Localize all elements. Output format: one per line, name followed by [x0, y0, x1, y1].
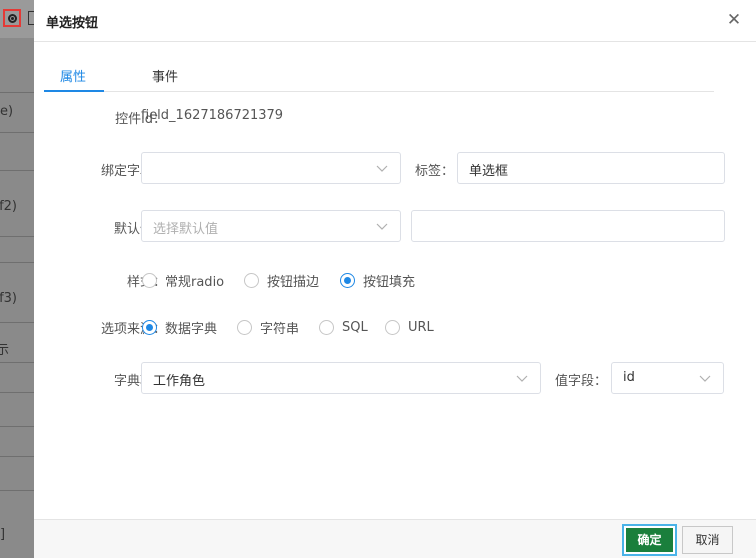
dict-item-select[interactable]: 工作角色 — [141, 362, 541, 394]
divider — [0, 132, 34, 133]
chevron-down-icon — [516, 375, 528, 382]
cancel-button[interactable]: 取消 — [682, 526, 733, 554]
source-option-url[interactable]: URL — [385, 317, 434, 337]
dialog-footer: 确定 取消 — [34, 519, 756, 558]
divider — [0, 490, 34, 491]
tab-events[interactable]: 事件 — [152, 66, 178, 85]
value-field-label: 值字段： — [555, 374, 608, 389]
value-field-select[interactable]: id — [611, 362, 724, 394]
radio-button-dialog: 单选按钮 ✕ 属性 事件 控件id： field_1627186721379 绑… — [34, 0, 756, 558]
style-option-normal[interactable]: 常规radio — [142, 270, 224, 290]
radio-circle[interactable] — [237, 319, 252, 335]
divider — [0, 362, 34, 363]
chevron-down-icon — [699, 375, 711, 382]
radio-label: URL — [408, 319, 434, 335]
radio-circle[interactable] — [142, 272, 157, 288]
default-value-input[interactable] — [411, 210, 725, 242]
value-field-value: id — [623, 370, 635, 385]
chevron-down-icon — [376, 165, 388, 172]
chevron-down-icon — [376, 223, 388, 230]
divider — [0, 426, 34, 427]
dialog-header: 单选按钮 ✕ — [34, 0, 756, 42]
background-text: (f3) — [0, 291, 17, 306]
tag-input[interactable]: 单选框 — [457, 152, 725, 184]
tag-value: 单选框 — [469, 164, 509, 179]
divider — [0, 456, 34, 457]
tag-label: 标签： — [415, 164, 455, 179]
radio-circle-checked[interactable] — [340, 272, 355, 288]
style-option-outline[interactable]: 按钮描边 — [244, 270, 319, 290]
divider — [0, 392, 34, 393]
active-tab-indicator — [44, 90, 104, 92]
radio-circle[interactable] — [244, 272, 259, 288]
divider — [0, 92, 34, 93]
style-option-filled[interactable]: 按钮填充 — [340, 270, 415, 290]
radio-circle[interactable] — [319, 319, 334, 335]
confirm-button[interactable]: 确定 — [622, 524, 677, 556]
radio-label: 按钮描边 — [267, 274, 320, 290]
radio-label: SQL — [342, 319, 368, 335]
tab-bar: 属性 事件 — [44, 60, 714, 92]
source-option-sql[interactable]: SQL — [319, 317, 368, 337]
radio-circle[interactable] — [385, 319, 400, 335]
background-page: e) (f2) (f3) 示 ] — [0, 0, 34, 558]
tab-properties[interactable]: 属性 — [60, 66, 86, 85]
divider — [0, 236, 34, 237]
radio-circle-checked[interactable] — [142, 319, 157, 335]
background-text: e) — [0, 104, 14, 119]
background-text: 示 — [0, 343, 10, 358]
radio-label: 按钮填充 — [363, 274, 416, 290]
default-value-placeholder: 选择默认值 — [153, 222, 219, 237]
source-option-dictionary[interactable]: 数据字典 — [142, 317, 217, 337]
dialog-title: 单选按钮 — [46, 16, 99, 31]
radio-label: 数据字典 — [165, 321, 218, 337]
close-icon[interactable]: ✕ — [726, 11, 742, 29]
divider — [0, 262, 34, 263]
divider — [0, 322, 34, 323]
control-id-value: field_1627186721379 — [141, 108, 284, 123]
bind-field-select[interactable] — [141, 152, 401, 184]
source-option-string[interactable]: 字符串 — [237, 317, 299, 337]
radio-component-icon — [3, 9, 21, 27]
radio-label: 字符串 — [260, 321, 300, 337]
divider — [0, 170, 34, 171]
dict-item-value: 工作角色 — [153, 374, 206, 389]
background-text: (f2) — [0, 199, 17, 214]
default-value-select[interactable]: 选择默认值 — [141, 210, 401, 242]
background-text: ] — [0, 527, 6, 542]
radio-label: 常规radio — [165, 274, 225, 290]
